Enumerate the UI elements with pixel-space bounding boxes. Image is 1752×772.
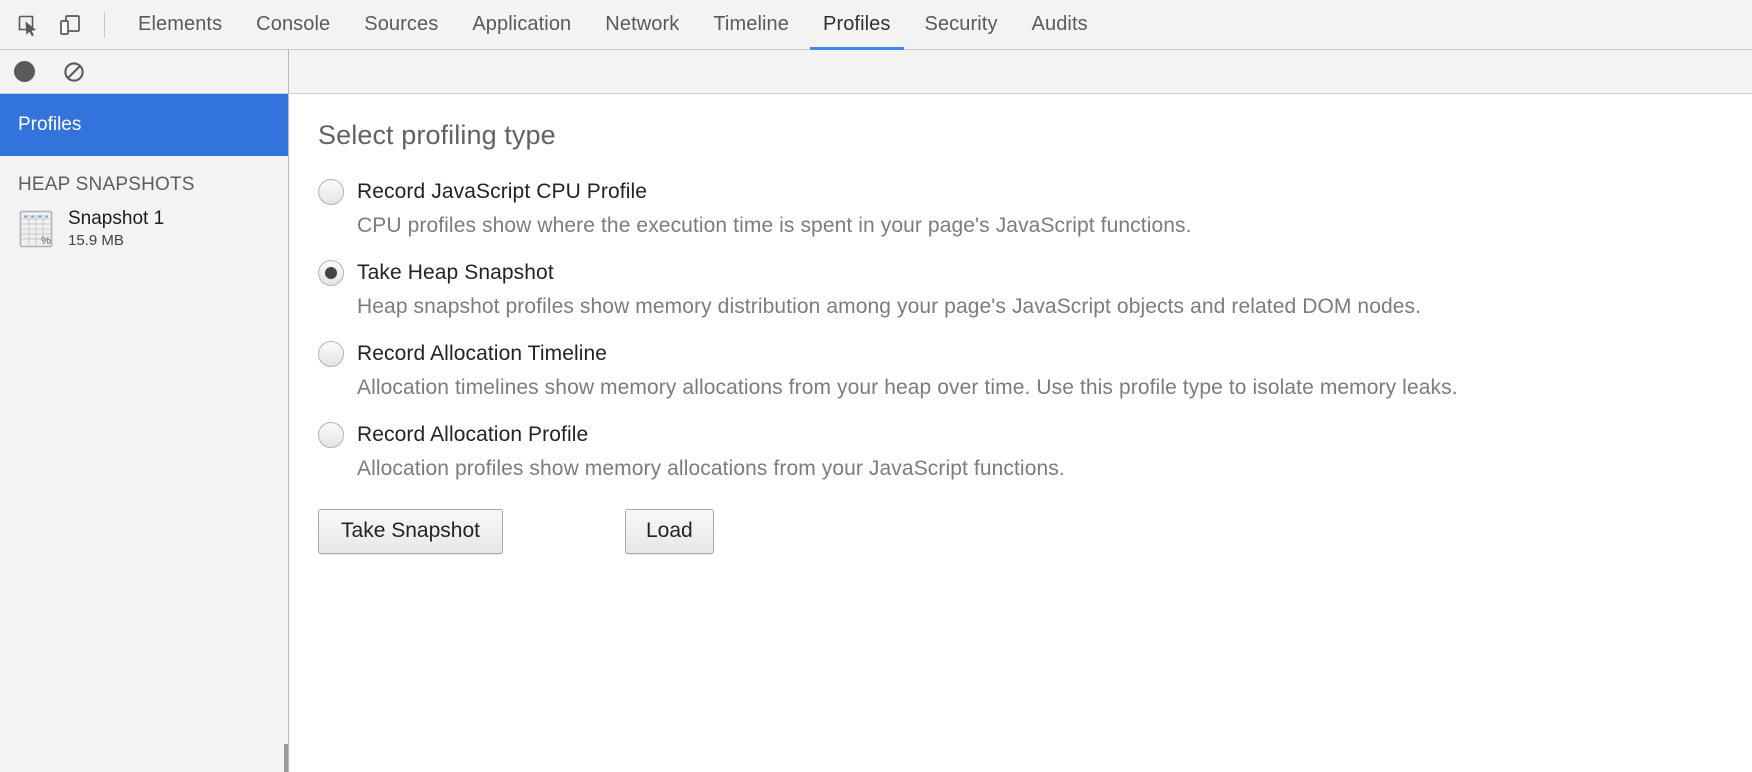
tab-label: Network: [605, 13, 680, 35]
panel-tabs: Elements Console Sources Application Net…: [121, 0, 1105, 50]
option-row[interactable]: Take Heap Snapshot: [318, 260, 1752, 286]
tab-label: Timeline: [713, 13, 789, 35]
tab-label: Elements: [138, 13, 223, 35]
launcher-buttons: Take Snapshot Load: [318, 509, 1752, 555]
radio-take-heap-snapshot[interactable]: [318, 260, 344, 286]
devtools-window: Elements Console Sources Application Net…: [0, 0, 1752, 772]
option-description: Heap snapshot profiles show memory distr…: [357, 295, 1422, 318]
option-description: Allocation profiles show memory allocati…: [357, 457, 1065, 480]
svg-text:%: %: [41, 235, 51, 247]
page-title: Select profiling type: [318, 120, 556, 150]
clear-prohibited-icon[interactable]: [63, 61, 85, 83]
radio-record-allocation-profile[interactable]: [318, 422, 344, 448]
tab-application[interactable]: Application: [455, 0, 588, 50]
option-description: Allocation timelines show memory allocat…: [357, 376, 1458, 399]
profiles-toolbar: [0, 50, 1752, 94]
tab-profiles[interactable]: Profiles: [806, 0, 908, 50]
option-label: Record JavaScript CPU Profile: [357, 180, 647, 203]
tab-label: Audits: [1031, 13, 1088, 35]
load-button[interactable]: Load: [625, 509, 714, 555]
profile-launcher-view: Select profiling type Record JavaScript …: [289, 94, 1752, 772]
devtools-body: Profiles HEAP SNAPSHOTS % Snapshot 1 15.…: [0, 94, 1752, 772]
snapshot-size: 15.9 MB: [68, 232, 124, 250]
option-row[interactable]: Record JavaScript CPU Profile: [318, 179, 1752, 205]
tab-sources[interactable]: Sources: [347, 0, 455, 50]
option-record-allocation-timeline: Record Allocation Timeline Allocation ti…: [318, 341, 1752, 400]
tab-elements[interactable]: Elements: [121, 0, 239, 50]
option-label: Record Allocation Profile: [357, 423, 589, 446]
tab-label: Application: [472, 13, 572, 35]
sidebar-scrollbar[interactable]: [284, 744, 288, 772]
snapshot-text-block: Snapshot 1 15.9 MB: [68, 208, 164, 250]
profiles-sidebar: Profiles HEAP SNAPSHOTS % Snapshot 1 15.…: [0, 94, 289, 772]
radio-record-allocation-timeline[interactable]: [318, 341, 344, 367]
tab-timeline[interactable]: Timeline: [696, 0, 806, 50]
option-take-heap-snapshot: Take Heap Snapshot Heap snapshot profile…: [318, 260, 1752, 319]
record-circle-icon[interactable]: [14, 61, 35, 82]
option-description: CPU profiles show where the execution ti…: [357, 214, 1192, 237]
sidebar-section-heap-snapshots: HEAP SNAPSHOTS: [0, 156, 288, 196]
sidebar-item-profiles[interactable]: Profiles: [0, 94, 288, 156]
profiles-toolbar-left: [0, 50, 289, 93]
option-row[interactable]: Record Allocation Timeline: [318, 341, 1752, 367]
option-label: Record Allocation Timeline: [357, 342, 608, 365]
heap-snapshot-grid-icon: %: [18, 209, 54, 249]
tab-console[interactable]: Console: [239, 0, 347, 50]
sidebar-item-label: Profiles: [18, 114, 82, 135]
tab-network[interactable]: Network: [588, 0, 696, 50]
option-record-cpu-profile: Record JavaScript CPU Profile CPU profil…: [318, 179, 1752, 238]
option-row[interactable]: Record Allocation Profile: [318, 422, 1752, 448]
tab-audits[interactable]: Audits: [1015, 0, 1105, 50]
tab-label: Profiles: [823, 13, 891, 35]
radio-record-cpu-profile[interactable]: [318, 179, 344, 205]
option-label: Take Heap Snapshot: [357, 261, 554, 284]
inspect-element-icon[interactable]: [10, 7, 46, 43]
tab-label: Security: [924, 13, 998, 35]
take-snapshot-button[interactable]: Take Snapshot: [318, 509, 503, 555]
toolbar-divider: [104, 11, 105, 38]
profiles-toolbar-right: [289, 50, 1752, 93]
devtools-tabbar: Elements Console Sources Application Net…: [0, 0, 1752, 50]
sidebar-section-label: HEAP SNAPSHOTS: [18, 174, 195, 195]
list-item[interactable]: % Snapshot 1 15.9 MB: [0, 196, 288, 250]
snapshot-title: Snapshot 1: [68, 208, 165, 229]
device-toolbar-icon[interactable]: [52, 7, 88, 43]
tab-label: Console: [256, 13, 331, 35]
tab-label: Sources: [364, 13, 439, 35]
tab-security[interactable]: Security: [908, 0, 1015, 50]
profiling-type-options: Record JavaScript CPU Profile CPU profil…: [318, 179, 1752, 481]
option-record-allocation-profile: Record Allocation Profile Allocation pro…: [318, 422, 1752, 481]
